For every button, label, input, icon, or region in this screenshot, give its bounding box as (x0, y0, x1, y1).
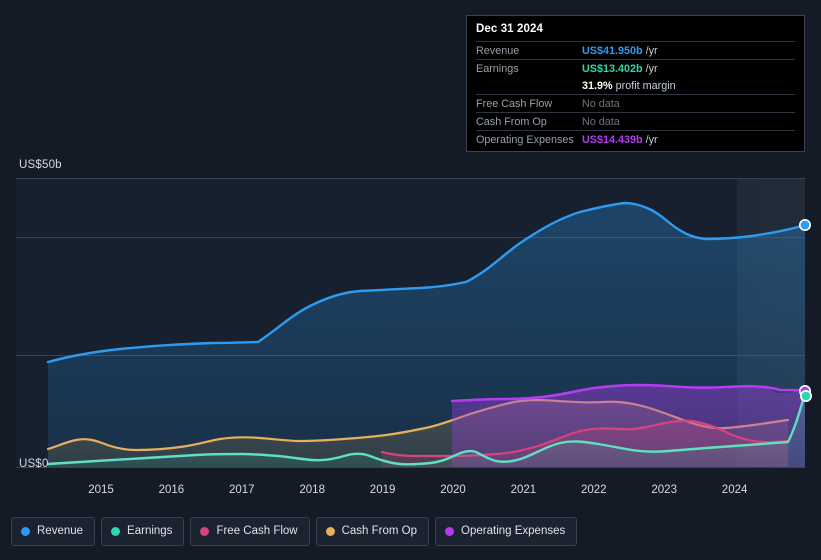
tooltip-row-label: Cash From Op (476, 115, 547, 128)
legend-item-label: Free Cash Flow (216, 524, 298, 537)
tooltip-row: Operating Expenses US$14.439b /yr (476, 130, 795, 148)
tooltip-row: Cash From Op No data (476, 112, 795, 130)
tooltip-row-value: No data (582, 97, 620, 110)
legend-item-earnings[interactable]: Earnings (101, 517, 185, 546)
tooltip-row-label: Earnings (476, 62, 519, 75)
financial-chart: US$50b US$0 2015 2016 2017 2018 2019 2020 2021… (0, 0, 821, 560)
tooltip-row: Revenue US$41.950b /yr (476, 41, 795, 59)
tooltip-rows: Revenue US$41.950b /yr Earnings US$13.402b … (476, 41, 795, 148)
tooltip-row-value: No data (582, 115, 620, 128)
legend-color-dot-icon (325, 527, 335, 536)
data-tooltip: Dec 31 2024 Revenue US$41.950b /yr Earning… (466, 15, 805, 152)
legend-item-revenue[interactable]: Revenue (11, 517, 96, 546)
tooltip-row-value: US$14.439b /yr (582, 133, 658, 146)
tooltip-row: Earnings US$13.402b /yr (476, 59, 795, 77)
x-axis-tick-2024: 2024 (721, 484, 748, 496)
tooltip-row-label: Revenue (476, 44, 520, 57)
chart-legend[interactable]: Revenue Earnings Free Cash Flow Cash From O… (11, 517, 578, 546)
legend-item-operating-expenses[interactable]: Operating Expenses (435, 517, 578, 546)
x-axis-tick-2017: 2017 (229, 484, 255, 496)
x-axis-tick-2023: 2023 (651, 484, 677, 496)
tooltip-row: 31.9% profit margin (476, 77, 795, 94)
legend-item-label: Earnings (127, 524, 173, 537)
x-axis-tick-2018: 2018 (299, 484, 325, 496)
x-axis-tick-2019: 2019 (369, 484, 396, 496)
legend-color-dot-icon (111, 527, 121, 536)
legend-item-label: Operating Expenses (461, 524, 566, 537)
tooltip-row-label: Operating Expenses (476, 133, 574, 146)
tooltip-row-value: 31.9% profit margin (582, 79, 676, 92)
legend-color-dot-icon (200, 527, 210, 536)
tooltip-row-value: US$41.950b /yr (582, 44, 658, 57)
x-axis-tick-2015: 2015 (88, 484, 114, 496)
x-axis: 2015 2016 2017 2018 2019 2020 2021 2022 2023 2024 (0, 484, 821, 502)
x-axis-tick-2022: 2022 (581, 484, 607, 496)
legend-color-dot-icon (21, 527, 30, 536)
tooltip-row-value: US$13.402b /yr (582, 62, 658, 75)
legend-item-free-cash-flow[interactable]: Free Cash Flow (190, 517, 310, 546)
tooltip-row-label: Free Cash Flow (476, 97, 553, 110)
tooltip-row: Free Cash Flow No data (476, 94, 795, 112)
legend-item-cash-from-op[interactable]: Cash From Op (315, 517, 430, 546)
x-axis-tick-2021: 2021 (510, 484, 537, 496)
tooltip-date: Dec 31 2024 (476, 23, 543, 35)
x-axis-tick-2016: 2016 (158, 484, 185, 496)
legend-item-label: Revenue (37, 524, 84, 537)
x-axis-tick-2020: 2020 (440, 484, 466, 496)
legend-item-label: Cash From Op (341, 524, 418, 537)
legend-color-dot-icon (445, 527, 455, 536)
